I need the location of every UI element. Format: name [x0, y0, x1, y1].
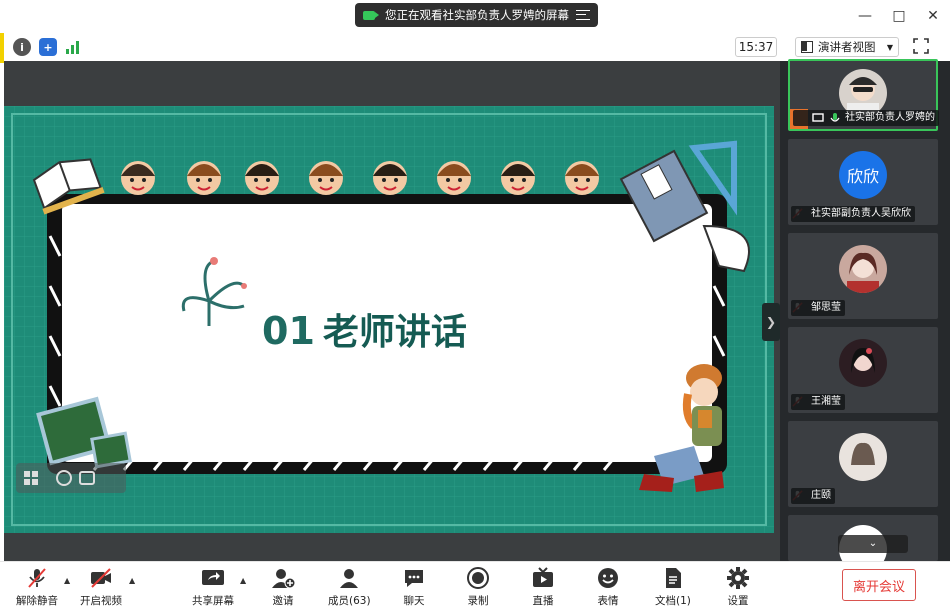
settings-button[interactable]: 设置 [726, 566, 750, 608]
share-banner[interactable]: 您正在观看社实部负责人罗娉的屏幕 [355, 3, 598, 27]
layout-icon [801, 41, 813, 53]
shield-icon[interactable]: + [39, 38, 57, 56]
slide-number: 01 [262, 309, 315, 353]
participant-tile-5[interactable]: ⌄ [788, 515, 938, 573]
docs-label: 文档(1) [655, 595, 691, 607]
meeting-time: 15:37 [735, 37, 777, 57]
unmute-label: 解除静音 [16, 595, 58, 607]
video-off-icon [91, 568, 111, 588]
chevron-up-icon[interactable]: ▲ [129, 576, 135, 585]
avatar [839, 433, 887, 481]
smiley-icon [598, 568, 618, 588]
settings-label: 设置 [727, 595, 749, 607]
slide-title: 老师讲话 [322, 312, 467, 353]
record-button[interactable]: 录制 [466, 566, 490, 608]
participant-tile-3[interactable]: 王湘莹 [788, 327, 938, 413]
share-banner-text: 您正在观看社实部负责人罗娉的屏幕 [385, 8, 569, 22]
chat-button[interactable]: 聊天 [402, 566, 426, 608]
participants-panel: 社实部负责人罗娉的 欣欣 社实部副负责人吴欣欣 邹思莹 王湘莹 庄颐 ⌄ [780, 59, 950, 573]
fullscreen-icon[interactable] [913, 38, 929, 54]
record-icon [467, 567, 489, 589]
mic-muted-icon [28, 568, 46, 588]
microphone-icon [830, 113, 840, 122]
chevron-right-icon: ❯ [765, 315, 777, 329]
docs-button[interactable]: 文档(1) [655, 566, 691, 608]
live-button[interactable]: 直播 [531, 566, 555, 608]
chevron-down-icon: ⌄ [868, 538, 878, 549]
invite-button[interactable]: 邀请 [271, 566, 295, 608]
maximize-button[interactable]: □ [892, 8, 906, 24]
participant-tile-2[interactable]: 邹思莹 [788, 233, 938, 319]
slide-heading: 01 老师讲话 [262, 303, 467, 355]
members-label: 成员(63) [328, 595, 371, 607]
scroll-down-button[interactable]: ⌄ [838, 535, 908, 553]
participant-name: 王湘莹 [791, 394, 845, 410]
camera-icon [363, 10, 379, 20]
participant-name: 庄颐 [791, 488, 835, 504]
screen-share-icon [812, 113, 824, 122]
signal-icon[interactable] [65, 39, 81, 55]
chat-label: 聊天 [403, 595, 425, 607]
chevron-down-icon: ▼ [886, 42, 893, 52]
avatar [839, 339, 887, 387]
members-button[interactable]: 成员(63) [328, 566, 371, 608]
invite-label: 邀请 [272, 595, 294, 607]
participant-tile-4[interactable]: 庄颐 [788, 421, 938, 507]
leave-meeting-button[interactable]: 离开会议 [842, 569, 916, 601]
bottom-toolbar: 解除静音 ▲ 开启视频 ▲ 共享屏幕 ▲ 邀请 成员(63) 聊天 录制 直播 … [0, 561, 950, 613]
view-toggle[interactable] [16, 463, 126, 493]
reaction-label: 表情 [597, 595, 619, 607]
collapse-panel-button[interactable]: ❯ [762, 303, 780, 341]
share-screen-label: 共享屏幕 [192, 595, 234, 607]
close-button[interactable]: ✕ [926, 8, 940, 24]
document-icon [665, 568, 681, 588]
minimize-button[interactable]: — [858, 8, 872, 24]
menu-icon[interactable] [576, 10, 590, 20]
chevron-up-icon[interactable]: ▲ [240, 576, 246, 585]
view-mode-label: 演讲者视图 [818, 40, 876, 54]
reaction-button[interactable]: 表情 [596, 566, 620, 608]
avatar: 欣欣 [839, 151, 887, 199]
participant-tile-1[interactable]: 欣欣 社实部副负责人吴欣欣 [788, 139, 938, 225]
record-label: 录制 [467, 595, 489, 607]
live-stream-icon [533, 567, 553, 587]
share-screen-button[interactable]: 共享屏幕 [192, 566, 234, 608]
left-accent-strip [0, 33, 4, 63]
unmute-button[interactable]: 解除静音 [16, 566, 58, 608]
grid-icon [24, 470, 95, 486]
start-video-label: 开启视频 [80, 595, 122, 607]
members-icon [340, 569, 359, 588]
window-controls: — □ ✕ [858, 8, 940, 24]
avatar [839, 245, 887, 293]
participant-name: 邹思莹 [791, 300, 845, 316]
participant-tile-0[interactable]: 社实部负责人罗娉的 [788, 59, 939, 131]
live-label: 直播 [532, 595, 554, 607]
participant-name: 社实部副负责人吴欣欣 [791, 206, 915, 222]
meeting-window: 您正在观看社实部负责人罗娉的屏幕 — □ ✕ i + 15:37 演讲者视图 ▼ [0, 0, 950, 613]
start-video-button[interactable]: 开启视频 [80, 566, 122, 608]
share-screen-icon [202, 570, 224, 585]
gear-icon [727, 567, 749, 589]
chat-icon [405, 570, 423, 587]
chevron-up-icon[interactable]: ▲ [64, 576, 70, 585]
view-mode-select[interactable]: 演讲者视图 ▼ [795, 37, 899, 57]
add-user-icon [272, 569, 295, 589]
info-icon[interactable]: i [13, 38, 31, 56]
